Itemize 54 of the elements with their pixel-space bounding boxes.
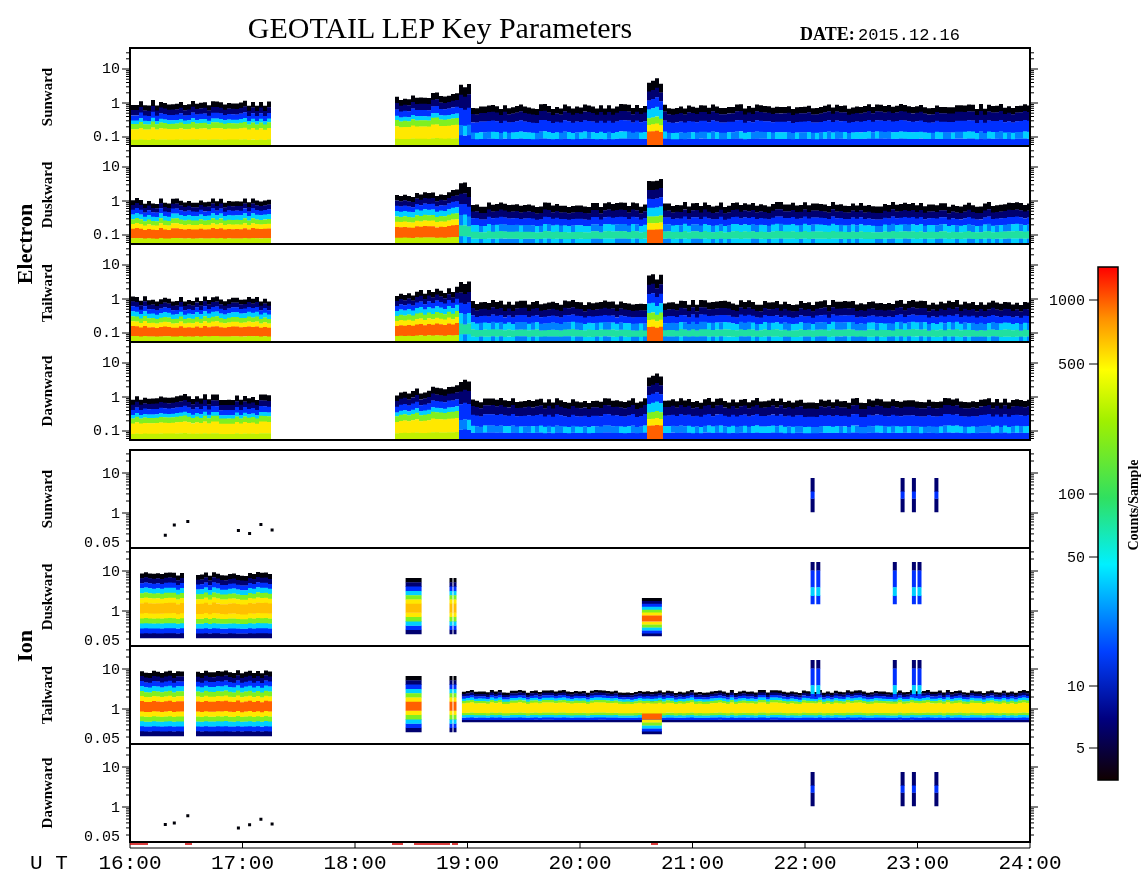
direction-label: Tailward [39, 264, 55, 322]
axis-tick-label: 1 [111, 292, 120, 309]
axis-tick-label: 0.05 [84, 731, 120, 748]
axis-tick-label: 1 [111, 506, 120, 523]
axis-tick-label: 1 [111, 390, 120, 407]
axis-tick-label: 1 [111, 194, 120, 211]
axis-tick-label: 18:00 [323, 852, 387, 875]
axis-tick-label: 19:00 [436, 852, 499, 875]
colorbar-label: Counts/Sample [1126, 459, 1141, 551]
axis-tick-label: 10 [102, 355, 120, 372]
axis-tick-label: 21:00 [661, 852, 724, 875]
direction-label: Duskward [39, 161, 55, 229]
axis-tick-label: 10 [102, 662, 120, 679]
axis-tick-label: 20:00 [548, 852, 612, 875]
species-label: Ion [12, 630, 37, 662]
colorbar-tick-label: 1000 [1049, 293, 1085, 310]
axis-tick-label: 1 [111, 604, 120, 621]
direction-label: Sunward [39, 469, 55, 529]
axis-tick-label: 1 [111, 96, 120, 113]
colorbar-tick-label: 10 [1067, 679, 1085, 696]
date-value: 2015.12.16 [858, 26, 961, 45]
axis-tick-label: 0.1 [93, 227, 120, 244]
colorbar-tick-label: 5 [1076, 741, 1085, 758]
axis-tick-label: 0.05 [84, 633, 120, 650]
axis-tick-label: 10 [102, 760, 120, 777]
direction-label: Dawnward [39, 355, 55, 427]
axis-tick-label: 0.1 [93, 325, 120, 342]
axis-tick-label: 17:00 [211, 852, 274, 875]
axis-tick-label: 1 [111, 702, 120, 719]
direction-label: Sunward [39, 67, 55, 127]
axis-tick-label: 0.05 [84, 829, 120, 846]
axis-tick-label: 10 [102, 257, 120, 274]
axis-tick-label: 10 [102, 61, 120, 78]
axis-tick-label: 0.05 [84, 535, 120, 552]
axis-label: U T [30, 852, 68, 875]
direction-label: Duskward [39, 563, 55, 631]
axis-tick-label: 1 [111, 800, 120, 817]
axis-tick-label: 10 [102, 466, 120, 483]
axis-tick-label: 10 [102, 159, 120, 176]
axis-tick-label: 16:00 [98, 852, 162, 875]
axis-tick-label: 22:00 [773, 852, 837, 875]
direction-label: Tailward [39, 666, 55, 724]
colorbar-tick-label: 500 [1058, 357, 1085, 374]
axis-tick-label: 10 [102, 564, 120, 581]
species-label: Electron [12, 203, 37, 285]
colorbar-tick-label: 100 [1058, 487, 1085, 504]
axis-tick-label: 0.1 [93, 423, 120, 440]
date-label: DATE: [800, 24, 855, 44]
chart-title: GEOTAIL LEP Key Parameters [247, 11, 633, 44]
axis-tick-label: 24:00 [998, 852, 1062, 875]
axis-tick-label: 0.1 [93, 129, 120, 146]
colorbar-tick-label: 50 [1067, 550, 1085, 567]
axis-tick-label: 23:00 [886, 852, 949, 875]
direction-label: Dawnward [39, 757, 55, 829]
